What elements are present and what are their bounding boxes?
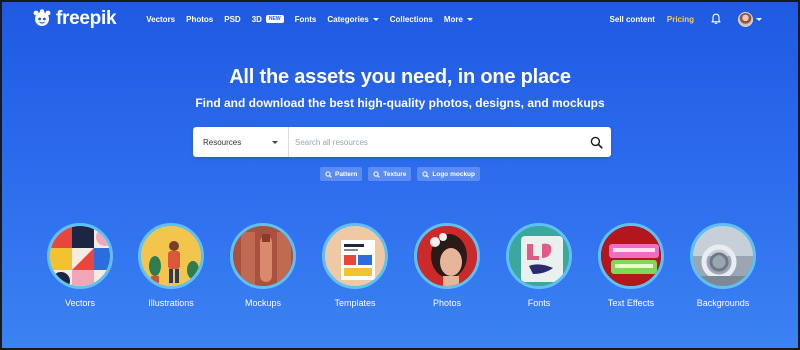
logo-text: freepik <box>56 8 117 29</box>
category-label: Vectors <box>64 298 95 308</box>
category-backgrounds[interactable]: Backgrounds <box>678 223 768 308</box>
select-value: Resources <box>203 137 242 147</box>
page: freepik Vectors Photos PSD 3D NEW Fonts C… <box>0 0 800 350</box>
hero-subtitle: Find and download the best high-quality … <box>195 96 605 110</box>
bell-icon[interactable] <box>710 13 722 25</box>
search-icon <box>325 170 332 178</box>
hero-title: All the assets you need, in one place <box>229 66 571 88</box>
search-input[interactable] <box>289 127 581 157</box>
vectors-thumbnail <box>47 223 113 289</box>
nav-item-more[interactable]: More <box>444 15 473 24</box>
category-photos[interactable]: Photos <box>402 223 492 308</box>
category-vectors[interactable]: Vectors <box>35 223 125 308</box>
resource-type-select[interactable]: Resources <box>193 127 289 157</box>
main-menu: Vectors Photos PSD 3D NEW Fonts Categorie… <box>146 15 484 24</box>
chevron-down-icon <box>272 140 278 144</box>
nav-item-vectors[interactable]: Vectors <box>146 15 175 24</box>
category-mockups[interactable]: Mockups <box>218 223 308 308</box>
category-fonts[interactable]: Fonts <box>494 223 584 308</box>
logo[interactable]: freepik <box>32 8 117 30</box>
templates-thumbnail <box>322 223 388 289</box>
category-text-effects[interactable]: Text Effects <box>586 223 676 308</box>
category-label: Text Effects <box>607 298 655 308</box>
chevron-down-icon <box>466 17 473 21</box>
category-label: Photos <box>432 298 462 308</box>
nav-item-3d[interactable]: 3D NEW <box>252 15 284 24</box>
category-label: Illustrations <box>148 298 194 308</box>
text-effects-thumbnail <box>598 223 664 289</box>
category-templates[interactable]: Templates <box>310 223 400 308</box>
search-bar: Resources <box>193 127 611 157</box>
chevron-down-icon <box>372 17 379 21</box>
suggested-tags: Pattern Texture Logo mockup <box>2 167 798 181</box>
search-icon <box>422 170 430 178</box>
new-badge: NEW <box>265 15 284 23</box>
tag-texture[interactable]: Texture <box>368 167 412 181</box>
mockups-thumbnail <box>230 223 296 289</box>
tag-logo-mockup[interactable]: Logo mockup <box>417 167 480 181</box>
nav-item-fonts[interactable]: Fonts <box>295 15 317 24</box>
category-label: Mockups <box>244 298 281 308</box>
photos-thumbnail <box>414 223 480 289</box>
nav-item-collections[interactable]: Collections <box>390 15 433 24</box>
illustrations-thumbnail <box>138 223 204 289</box>
nav-item-psd[interactable]: PSD <box>224 15 240 24</box>
search-button[interactable] <box>581 127 611 157</box>
category-label: Fonts <box>527 298 551 308</box>
nav-item-categories[interactable]: Categories <box>327 15 379 24</box>
user-avatar[interactable] <box>738 11 753 27</box>
chevron-down-icon[interactable] <box>756 17 762 21</box>
nav-right: Sell content Pricing <box>610 11 762 27</box>
search-icon <box>590 136 603 149</box>
top-nav: freepik Vectors Photos PSD 3D NEW Fonts C… <box>2 2 798 36</box>
sell-content-link[interactable]: Sell content <box>610 15 655 24</box>
tag-pattern[interactable]: Pattern <box>319 167 363 181</box>
category-label: Templates <box>334 298 376 308</box>
pricing-link[interactable]: Pricing <box>667 15 694 24</box>
backgrounds-thumbnail <box>690 223 756 289</box>
freepik-logo-icon <box>33 9 51 26</box>
fonts-thumbnail <box>506 223 572 289</box>
search-icon <box>373 170 381 178</box>
category-label: Backgrounds <box>696 298 750 308</box>
category-illustrations[interactable]: Illustrations <box>126 223 216 308</box>
nav-item-photos[interactable]: Photos <box>186 15 213 24</box>
